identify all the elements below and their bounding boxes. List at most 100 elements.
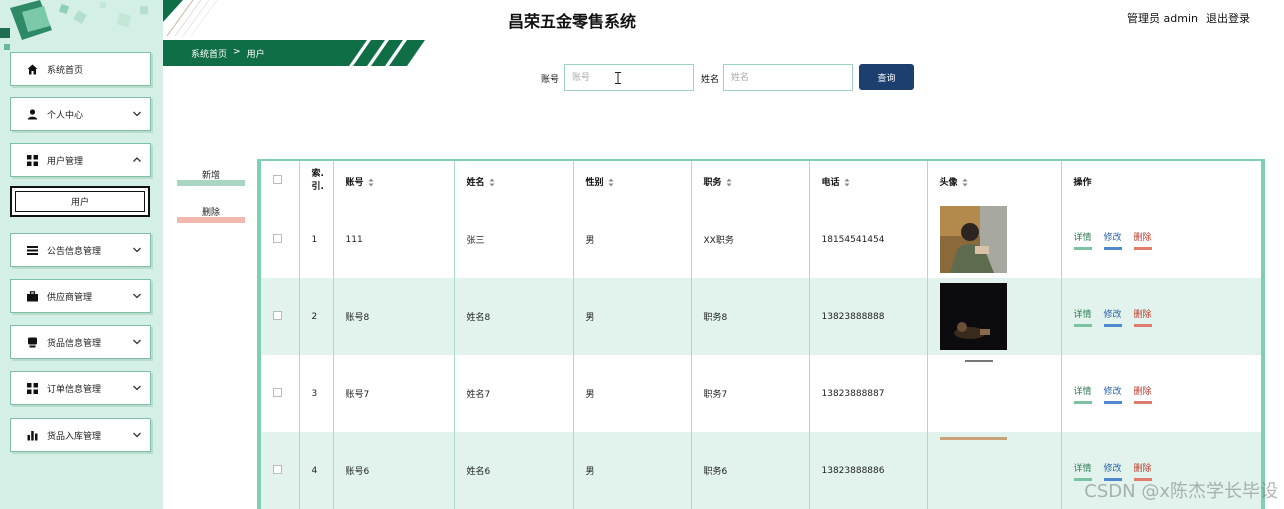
user-area: 管理员 admin 退出登录 (1127, 10, 1250, 26)
sidebar-item-label: 货品信息管理 (47, 338, 102, 349)
sidebar-item-home[interactable]: 系统首页 (10, 52, 151, 86)
sidebar-item-goods-management[interactable]: 货品信息管理 (10, 325, 151, 359)
chevron-up-icon (133, 157, 141, 162)
app-root: 系统首页 个人中心 用户管理 用户 公告信息管理 供应商管理 货品信息管理 订单… (0, 0, 1284, 509)
logout-link[interactable]: 退出登录 (1206, 10, 1250, 26)
account-cell: 账号6 (333, 432, 455, 509)
row-checkbox[interactable] (273, 464, 282, 474)
sidebar-decoration (0, 0, 163, 50)
chevron-down-icon (133, 385, 141, 391)
watermark: CSDN @x陈杰学长毕设 (1084, 481, 1278, 502)
subitem-focus-frame (15, 191, 145, 212)
delete-link[interactable]: 删除 (1133, 384, 1152, 404)
account-search-label: 账号 (541, 75, 560, 85)
gender-cell: 男 (573, 432, 692, 509)
avatar-image[interactable] (939, 360, 1007, 427)
sidebar-item-order-management[interactable]: 订单信息管理 (10, 371, 151, 405)
index-header-line2: 引. (311, 182, 324, 192)
gender-header[interactable]: 性别 (573, 161, 692, 201)
operation-cell: 详情 修改 删除 (1061, 201, 1261, 278)
edit-link[interactable]: 修改 (1103, 230, 1122, 250)
avatar-cell (927, 432, 1062, 509)
sidebar-item-stock-in-management[interactable]: 货品入库管理 (10, 418, 151, 452)
sidebar-item-label: 货品入库管理 (47, 431, 102, 442)
sidebar-item-supplier-management[interactable]: 供应商管理 (10, 279, 151, 313)
select-all-checkbox[interactable] (273, 175, 282, 184)
avatar-cell (927, 278, 1062, 355)
index-cell: 4 (299, 432, 334, 509)
avatar-image[interactable] (939, 283, 1007, 350)
user-icon (25, 107, 39, 121)
account-search-input[interactable] (564, 64, 694, 91)
sort-icon (608, 178, 614, 186)
breadcrumb: 系统首页 > 用户 (191, 47, 265, 60)
app-title: 昌荣五金零售系统 (508, 12, 637, 31)
name-cell: 姓名8 (454, 278, 574, 355)
sidebar-item-label: 供应商管理 (47, 292, 93, 303)
row-select-cell (261, 201, 300, 278)
index-header: 索. 引. (299, 161, 334, 201)
bar-chart-icon (25, 428, 39, 442)
position-cell: 职务7 (691, 355, 810, 432)
detail-link[interactable]: 详情 (1073, 384, 1092, 404)
chevron-down-icon (133, 432, 141, 438)
gender-cell: 男 (573, 355, 692, 432)
name-cell: 姓名6 (454, 432, 574, 509)
chevron-down-icon (133, 293, 141, 299)
sidebar-subitem-user[interactable]: 用户 (10, 186, 150, 217)
sidebar-item-label: 个人中心 (47, 110, 84, 121)
detail-link[interactable]: 详情 (1073, 230, 1092, 250)
delete-link[interactable]: 删除 (1133, 307, 1152, 327)
sidebar-item-profile[interactable]: 个人中心 (10, 97, 151, 131)
row-select-cell (261, 278, 300, 355)
gender-cell: 男 (573, 201, 692, 278)
edit-link[interactable]: 修改 (1103, 307, 1122, 327)
row-checkbox[interactable] (273, 387, 282, 397)
breadcrumb-separator: > (233, 47, 241, 57)
sidebar-item-label: 订单信息管理 (47, 384, 102, 395)
operation-header-label: 操作 (1073, 177, 1092, 188)
grid-icon (25, 381, 39, 395)
row-checkbox[interactable] (273, 310, 282, 320)
edit-link[interactable]: 修改 (1103, 384, 1122, 404)
row-checkbox[interactable] (273, 233, 282, 243)
avatar-image[interactable] (939, 206, 1007, 273)
index-header-line1: 索. (311, 169, 324, 179)
box-icon (25, 335, 39, 349)
name-search-input[interactable] (723, 64, 853, 91)
phone-header[interactable]: 电话 (809, 161, 928, 201)
position-header[interactable]: 职务 (691, 161, 810, 201)
row-select-cell (261, 355, 300, 432)
sidebar-item-notice-management[interactable]: 公告信息管理 (10, 233, 151, 267)
table-header-row: 索. 引. 账号 姓名 性别 职务 电话 头像 操作 (261, 161, 1261, 201)
avatar-image[interactable] (939, 437, 1007, 504)
chevron-down-icon (133, 111, 141, 117)
detail-link[interactable]: 详情 (1073, 307, 1092, 327)
sidebar-item-label: 公告信息管理 (47, 246, 102, 257)
row-select-cell (261, 432, 300, 509)
table-row: 1 111 张三 男 XX职务 18154541454 详情 修改 删除 (261, 201, 1261, 278)
chevron-down-icon (133, 247, 141, 253)
account-cell: 111 (333, 201, 455, 278)
delete-link[interactable]: 删除 (1133, 230, 1152, 250)
header-decoration (163, 0, 218, 37)
name-search-label: 姓名 (701, 75, 720, 85)
position-header-label: 职务 (703, 177, 722, 188)
select-all-header (261, 161, 300, 201)
add-button[interactable]: 新增 (177, 168, 245, 186)
gender-cell: 男 (573, 278, 692, 355)
briefcase-icon (25, 289, 39, 303)
breadcrumb-home[interactable]: 系统首页 (191, 47, 227, 60)
current-user-label: 管理员 admin (1127, 12, 1198, 25)
table: 索. 引. 账号 姓名 性别 职务 电话 头像 操作 1 111 张三 男 XX… (261, 161, 1261, 509)
avatar-header[interactable]: 头像 (927, 161, 1062, 201)
delete-button[interactable]: 删除 (177, 205, 245, 223)
sort-icon (962, 178, 968, 186)
sort-icon (489, 178, 495, 186)
sidebar-item-label: 系统首页 (47, 65, 84, 76)
query-button[interactable]: 查询 (859, 64, 914, 90)
sidebar-item-user-management[interactable]: 用户管理 (10, 143, 151, 177)
sidebar: 系统首页 个人中心 用户管理 用户 公告信息管理 供应商管理 货品信息管理 订单… (0, 0, 163, 509)
account-header[interactable]: 账号 (333, 161, 455, 201)
name-header[interactable]: 姓名 (454, 161, 574, 201)
